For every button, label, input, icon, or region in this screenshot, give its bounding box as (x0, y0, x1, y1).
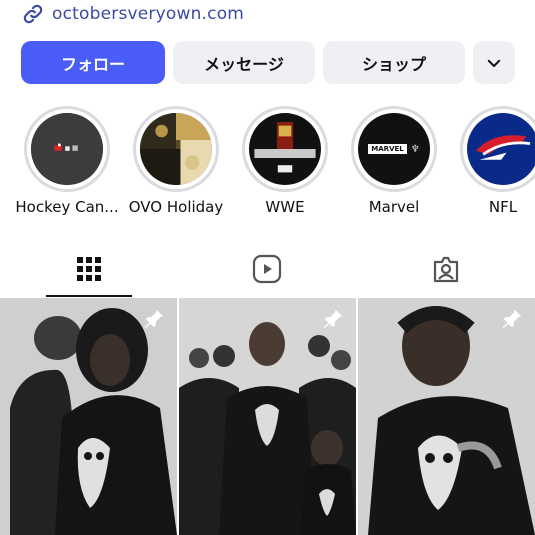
posts-grid (0, 298, 535, 535)
link-icon (23, 4, 43, 24)
suggested-accounts-button[interactable] (473, 41, 515, 84)
highlight-label: Hockey Can... (15, 198, 119, 216)
website-link-text[interactable]: octobersveryown.com (52, 4, 244, 24)
highlight-label: OVO Holiday (128, 198, 224, 216)
highlight-wwe[interactable]: WWE (229, 106, 341, 216)
post-thumbnail[interactable] (179, 298, 356, 535)
website-link[interactable]: octobersveryown.com (22, 0, 244, 28)
grid-icon (77, 257, 101, 281)
shop-button[interactable]: ショップ (323, 41, 465, 84)
highlight-marvel[interactable]: MARVEL ♆ Marvel (338, 106, 450, 216)
post-photo (0, 298, 177, 535)
pin-icon (323, 309, 343, 329)
highlight-hockey[interactable]: Hockey Can... (11, 106, 123, 216)
tagged-icon (433, 256, 459, 283)
tab-reels[interactable] (178, 240, 356, 298)
pin-icon (144, 309, 164, 329)
highlight-label: NFL (488, 198, 518, 216)
highlight-nfl[interactable]: NFL (447, 106, 535, 216)
highlight-hockey-cover (31, 113, 103, 185)
marvel-badge-text: MARVEL (368, 144, 407, 154)
highlight-nfl-cover (467, 113, 535, 185)
highlight-ovo-holiday[interactable]: OVO Holiday (120, 106, 232, 216)
tab-posts-grid[interactable] (0, 240, 178, 298)
post-photo (358, 298, 535, 535)
pin-icon (502, 309, 522, 329)
ovo-owl-icon: ♆ (410, 143, 420, 155)
tab-active-indicator (46, 295, 132, 297)
tab-tagged[interactable] (357, 240, 535, 298)
reels-icon (252, 254, 282, 284)
highlight-label: Marvel (368, 198, 420, 216)
profile-tabs (0, 240, 535, 298)
highlight-wwe-cover (249, 113, 321, 185)
highlight-marvel-cover: MARVEL ♆ (358, 113, 430, 185)
story-highlights: Hockey Can... OVO Holiday WWE MARVEL ♆ M… (0, 106, 535, 224)
post-thumbnail[interactable] (358, 298, 535, 535)
post-photo (179, 298, 356, 535)
highlight-ovo-holiday-cover (140, 113, 212, 185)
profile-actions: フォロー メッセージ ショップ (21, 41, 515, 84)
chevron-down-icon (487, 59, 501, 67)
post-thumbnail[interactable] (0, 298, 177, 535)
message-button[interactable]: メッセージ (173, 41, 315, 84)
follow-button[interactable]: フォロー (21, 41, 165, 84)
highlight-label: WWE (265, 198, 305, 216)
